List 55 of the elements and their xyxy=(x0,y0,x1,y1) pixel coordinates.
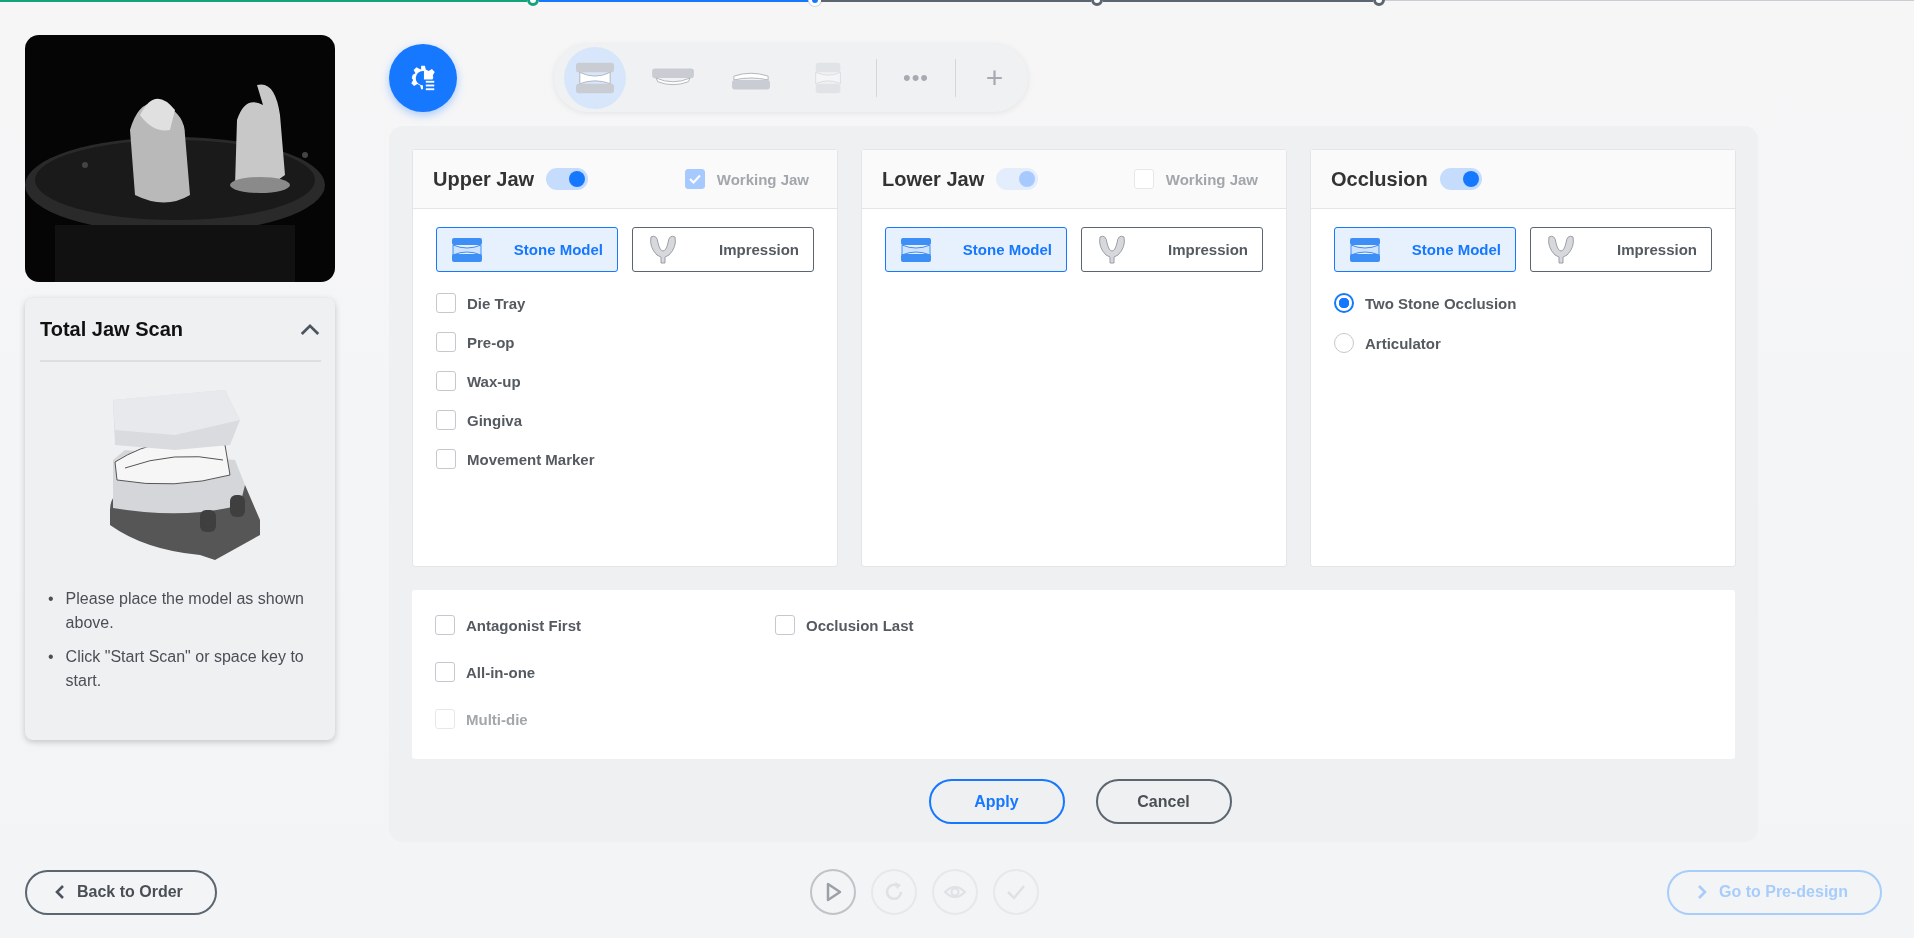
card-title: Occlusion xyxy=(1331,167,1428,191)
option-label: Movement Marker xyxy=(467,450,595,468)
bullet: • xyxy=(48,647,54,667)
back-button[interactable]: Back to Order xyxy=(25,869,217,915)
impression-tray-icon xyxy=(1096,234,1128,265)
option-label: Pre-op xyxy=(467,333,515,351)
card-title: Upper Jaw xyxy=(433,167,535,191)
impression-tray-icon xyxy=(1545,234,1577,265)
model-type-button[interactable]: Stone Model xyxy=(436,227,618,272)
add-button[interactable]: + xyxy=(972,47,1018,109)
option-label: Gingiva xyxy=(467,411,522,429)
instruction-text: Please place the model as shown above. xyxy=(65,589,305,633)
card-title: Lower Jaw xyxy=(882,167,985,191)
checkbox-label: Working Jaw xyxy=(1165,170,1258,188)
bullet: • xyxy=(48,589,54,609)
checkbox[interactable] xyxy=(435,662,455,682)
model-type-button[interactable]: Impression xyxy=(1530,227,1712,272)
option-label: Two Stone Occlusion xyxy=(1365,294,1517,312)
stone-model-icon xyxy=(1349,236,1381,263)
card-title: Total Jaw Scan xyxy=(40,317,183,341)
chevron-left-icon xyxy=(55,884,65,900)
cancel-button[interactable]: Cancel xyxy=(1095,779,1232,824)
checkbox[interactable] xyxy=(436,371,456,391)
model-type-button[interactable]: Stone Model xyxy=(1334,227,1516,272)
check-icon xyxy=(688,174,701,184)
radio-button[interactable] xyxy=(1334,333,1354,353)
settings-button[interactable] xyxy=(389,44,457,112)
chevron-right-icon xyxy=(1697,884,1707,900)
checkbox[interactable] xyxy=(436,332,456,352)
impression-tray-icon xyxy=(647,234,679,265)
jaw-mode-button[interactable] xyxy=(564,47,626,109)
option-label: Multi-die xyxy=(466,710,528,728)
checkbox-label: Working Jaw xyxy=(716,170,809,188)
more-button[interactable]: ••• xyxy=(893,47,939,109)
instruction-text: Click "Start Scan" or space key to start. xyxy=(65,647,305,691)
radio-button[interactable] xyxy=(1334,293,1354,313)
checkbox[interactable] xyxy=(436,449,456,469)
option-label: Wax-up xyxy=(467,372,521,390)
model-type-button[interactable]: Impression xyxy=(632,227,814,272)
checkbox[interactable] xyxy=(436,410,456,430)
toggle-switch[interactable] xyxy=(1439,168,1482,190)
option-label: All-in-one xyxy=(466,663,536,681)
stone-model-icon xyxy=(451,236,483,263)
option-label: Antagonist First xyxy=(466,616,581,634)
option-label: Die Tray xyxy=(467,294,526,312)
collapse-icon[interactable] xyxy=(299,322,321,336)
checkbox[interactable] xyxy=(775,615,795,635)
checkbox[interactable] xyxy=(436,293,456,313)
stone-model-icon xyxy=(900,236,932,263)
toggle-switch[interactable] xyxy=(546,168,589,190)
play-button[interactable] xyxy=(809,869,856,915)
apply-button[interactable]: Apply xyxy=(928,779,1065,824)
option-label: Articulator xyxy=(1365,334,1441,352)
option-label: Occlusion Last xyxy=(806,616,914,634)
checkbox[interactable] xyxy=(435,615,455,635)
